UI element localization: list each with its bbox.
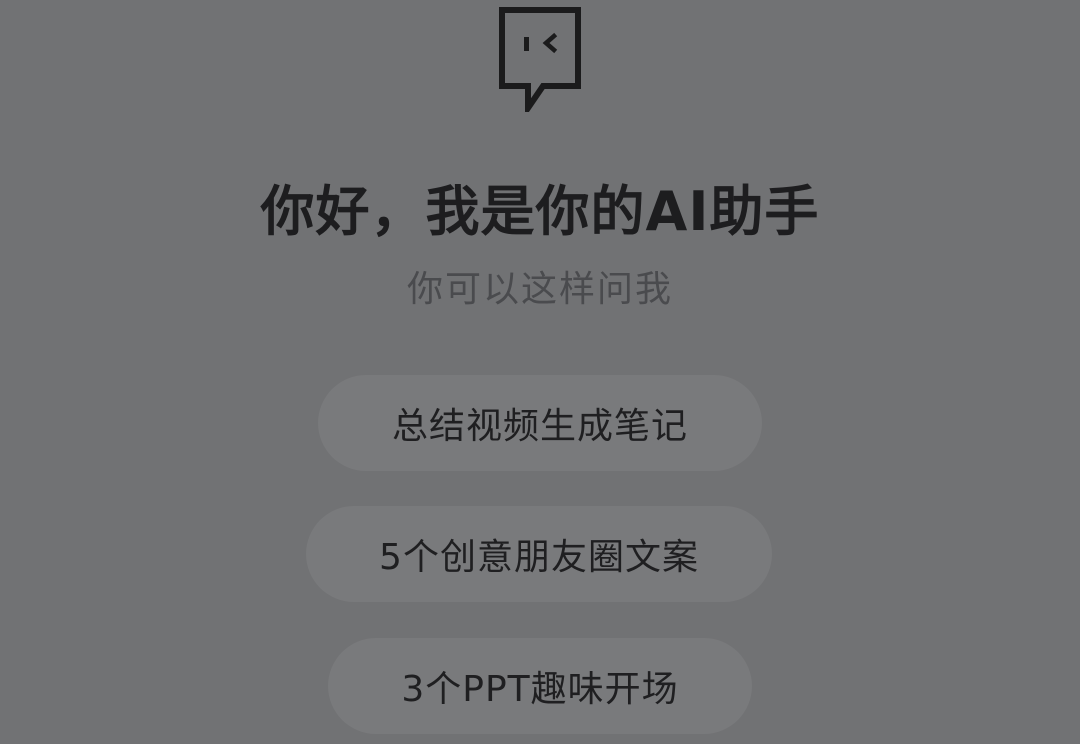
chat-bubble-face-icon	[498, 6, 584, 118]
suggestion-summarize-video-button[interactable]: 总结视频生成笔记	[318, 375, 762, 471]
suggestion-ppt-opening-button[interactable]: 3个PPT趣味开场	[328, 638, 752, 734]
suggestion-moments-copy-button[interactable]: 5个创意朋友圈文案	[306, 506, 772, 602]
greeting-subtitle: 你可以这样问我	[406, 269, 673, 310]
greeting-title: 你好，我是你的AI助手	[260, 180, 820, 243]
